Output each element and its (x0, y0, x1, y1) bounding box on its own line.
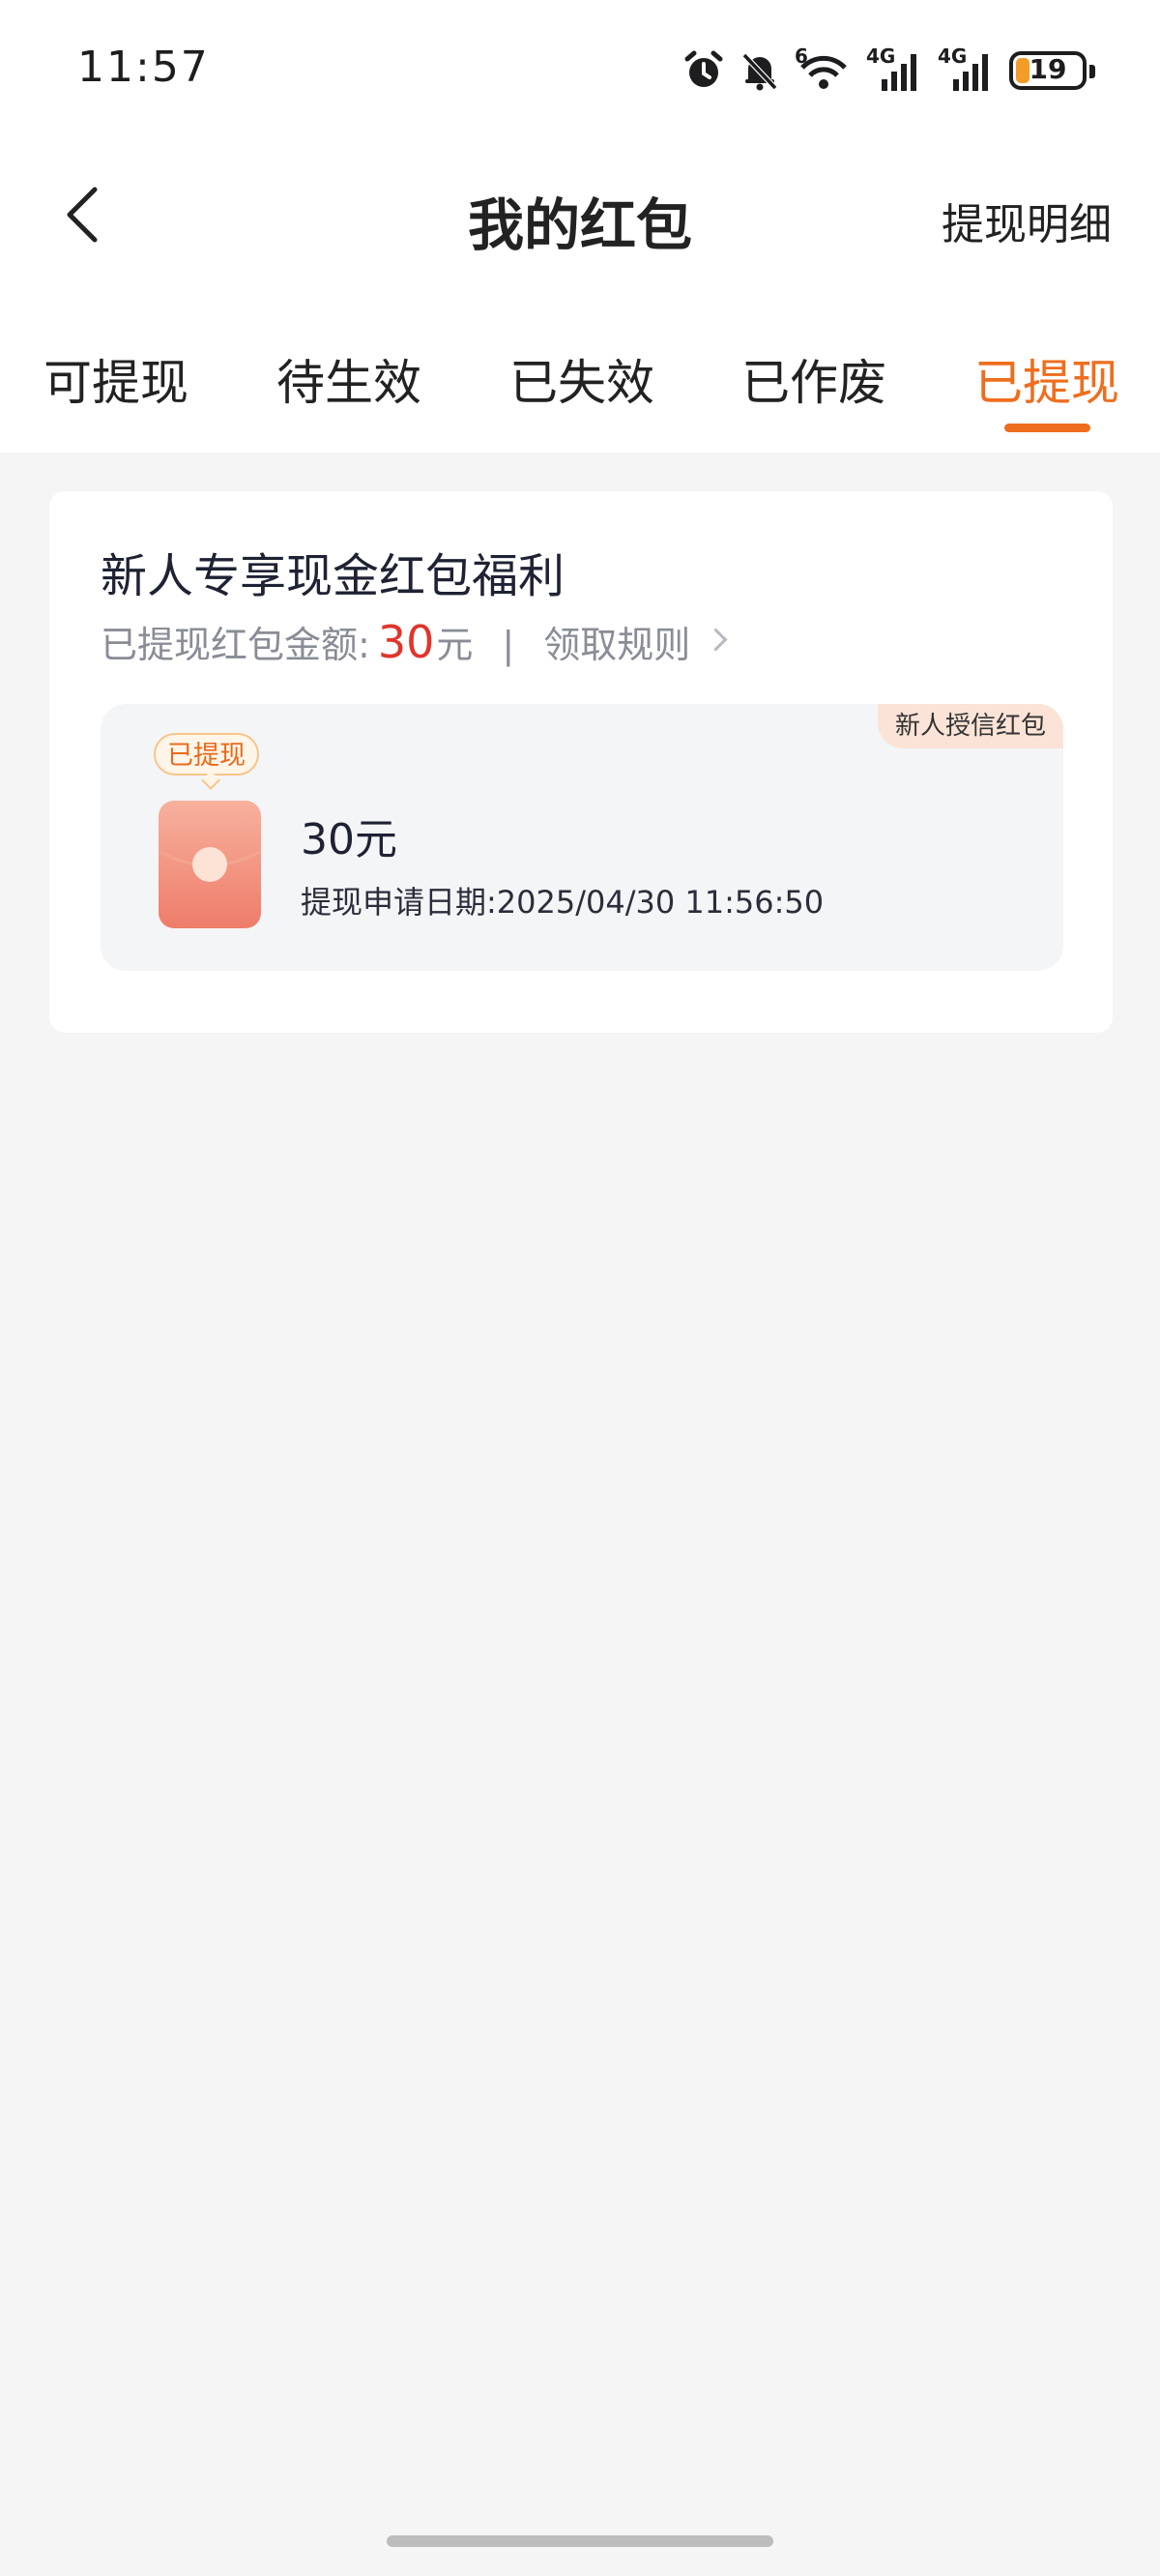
tab-pending[interactable]: 待生效 (262, 344, 436, 414)
packet-type-tag: 新人授信红包 (877, 704, 1063, 748)
network-label-2: 4G (938, 44, 968, 68)
red-packet-card: 新人专享现金红包福利 已提现红包金额: 30 元 | 领取规则 新人授信红包 已… (49, 491, 1113, 1033)
network-label-1: 4G (866, 44, 896, 68)
withdrawn-summary: 已提现红包金额: 30 元 | 领取规则 (101, 615, 728, 668)
card-title: 新人专享现金红包福利 (101, 549, 566, 603)
home-indicator (387, 2535, 773, 2547)
withdrawal-details-link[interactable]: 提现明细 (942, 190, 1112, 251)
signal-icon: 4G (938, 44, 996, 93)
withdrawal-date: 提现申请日期:2025/04/30 11:56:50 (301, 884, 825, 921)
red-envelope-icon (159, 801, 261, 928)
tab-indicator (1004, 424, 1090, 432)
tab-voided[interactable]: 已作废 (727, 344, 901, 414)
chevron-right-icon (704, 628, 728, 652)
tab-withdrawable[interactable]: 可提现 (29, 344, 203, 414)
tab-expired[interactable]: 已失效 (495, 344, 669, 414)
packet-amount: 30元 (301, 815, 397, 864)
wifi-icon: 6 (795, 44, 853, 93)
battery-icon: 19 (1009, 51, 1095, 90)
alarm-icon (684, 50, 723, 87)
signal-icon: 4G (866, 44, 924, 93)
rules-link[interactable]: 领取规则 (543, 615, 728, 668)
status-icons: 6 4G 4G 19 (682, 44, 1095, 95)
rules-label: 领取规则 (543, 624, 691, 666)
summary-separator: | (502, 624, 515, 666)
status-badge: 已提现 (154, 733, 259, 776)
mute-icon (741, 52, 778, 91)
summary-amount: 30 (377, 616, 435, 668)
battery-level: 19 (1029, 53, 1067, 85)
summary-label: 已提现红包金额: (101, 624, 370, 666)
summary-unit: 元 (436, 624, 474, 666)
status-time: 11:57 (77, 43, 210, 92)
red-packet-item[interactable]: 新人授信红包 已提现 30元 提现申请日期:2025/04/30 11:56:5… (101, 704, 1063, 971)
tab-withdrawn[interactable]: 已提现 (960, 344, 1134, 414)
tab-bar: 可提现 待生效 已失效 已作废 已提现 (0, 344, 1160, 422)
battery-cap (1089, 65, 1095, 78)
wifi-label: 6 (795, 44, 808, 68)
